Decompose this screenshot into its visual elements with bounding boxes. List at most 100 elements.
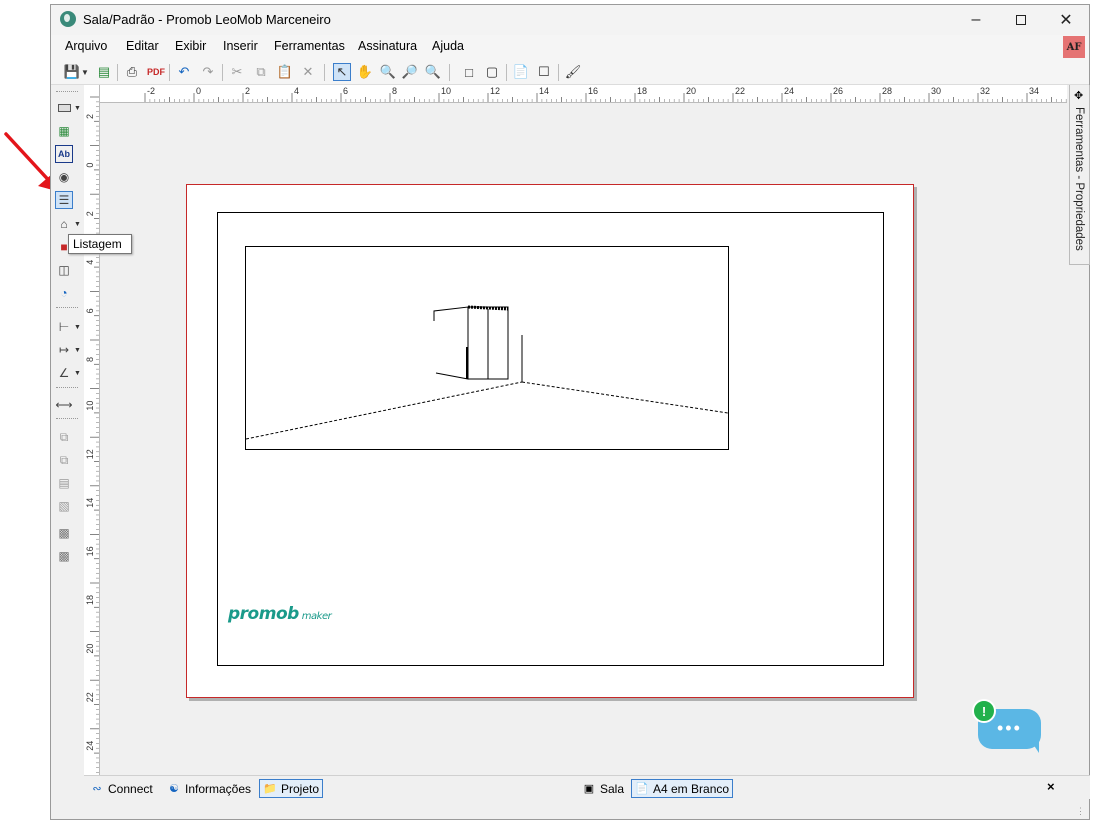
promob-maker-logo: promob maker [228, 604, 332, 624]
redo-icon[interactable]: ↷ [199, 63, 217, 81]
cut-icon[interactable]: ✂ [228, 63, 246, 81]
ruler-label: 16 [588, 86, 598, 96]
close-icon: ✕ [1059, 12, 1073, 29]
group-icon[interactable]: ⧉ [55, 428, 73, 446]
copy-icon[interactable]: ⧉ [252, 63, 270, 81]
ruler-label: 12 [85, 449, 95, 459]
pdf-icon[interactable]: PDF [147, 63, 165, 81]
page-icon[interactable]: ☐ [535, 63, 553, 81]
app-logo-icon [60, 11, 76, 27]
zoom-icon[interactable]: 🔍 [424, 63, 442, 81]
side-panel-tab[interactable]: ✥ Ferramentas - Propriedades [1069, 85, 1090, 265]
frame-alt-icon[interactable]: ▢ [483, 63, 501, 81]
dropdown-icon[interactable]: ▼ [80, 63, 90, 81]
ruler-label: 12 [490, 86, 500, 96]
a4-page[interactable]: promob maker [186, 184, 914, 698]
import-icon[interactable]: 📄 [512, 63, 530, 81]
tab-a4-em-branco[interactable]: 📄 A4 em Branco [631, 779, 734, 798]
left-toolbox: ▼ ▦ Ab ◉ ☰ ⌂ ▼ ■ ◫ ◔ ⊢ ▼ ↦ ▼ ∠ ▼ ⟷ ⧉ ⧉ ▤… [51, 85, 84, 775]
menu-arquivo[interactable]: Arquivo [65, 39, 107, 53]
listagem-icon[interactable]: ☰ [55, 191, 73, 209]
chat-dots: ••• [997, 718, 1022, 738]
frame-icon[interactable]: □ [460, 63, 478, 81]
page-layout-icon: 📄 [635, 782, 649, 795]
dimension-alt-icon[interactable]: ↦ [55, 341, 73, 359]
select-icon[interactable]: ↖ [333, 63, 351, 81]
menu-editar[interactable]: Editar [126, 39, 159, 53]
eye-icon[interactable]: ◉ [55, 168, 73, 186]
page-frame[interactable]: promob maker [217, 212, 884, 666]
dropdown-icon[interactable]: ▼ [74, 221, 81, 228]
toolbar-separator [169, 64, 170, 81]
tab-informacoes[interactable]: ☯ Informações [164, 779, 254, 798]
ruler-label: 20 [85, 644, 95, 654]
menu-ferramentas[interactable]: Ferramentas [274, 39, 345, 53]
undo-icon[interactable]: ↶ [175, 63, 193, 81]
export-icon[interactable]: ▤ [95, 63, 113, 81]
ungroup-icon[interactable]: ⧉ [55, 451, 73, 469]
pan-icon[interactable]: ✋ [356, 63, 374, 81]
align-icon[interactable]: ▤ [55, 474, 73, 492]
tab-connect[interactable]: ∾ Connect [87, 779, 156, 798]
ruler-label: 10 [85, 401, 95, 411]
menu-ajuda[interactable]: Ajuda [432, 39, 464, 53]
ruler-label: 8 [85, 357, 95, 362]
menu-exibir[interactable]: Exibir [175, 39, 206, 53]
toolbar-separator [324, 64, 325, 81]
minimize-button[interactable]: – [953, 5, 999, 35]
layout-canvas[interactable]: promob maker [100, 103, 1067, 775]
table-icon[interactable]: ◫ [55, 261, 73, 279]
rectangle-icon[interactable] [55, 99, 73, 117]
user-avatar[interactable]: AF [1063, 36, 1085, 58]
folder-icon: 📁 [263, 782, 277, 795]
menu-inserir[interactable]: Inserir [223, 39, 258, 53]
dropdown-icon[interactable]: ▼ [74, 370, 81, 377]
ruler-label: 10 [441, 86, 451, 96]
dropdown-icon[interactable]: ▼ [74, 347, 81, 354]
dropdown-icon[interactable]: ▼ [74, 105, 81, 112]
chart-icon[interactable]: ◔ [55, 284, 73, 302]
menu-assinatura[interactable]: Assinatura [358, 39, 417, 53]
view-icon[interactable]: ⌂ [55, 215, 73, 233]
ruler-label: 18 [637, 86, 647, 96]
maximize-icon [1016, 15, 1026, 25]
save-icon[interactable]: 💾 [63, 63, 81, 81]
toolbox-separator [56, 387, 78, 389]
measure-icon[interactable]: ⟷ [55, 396, 73, 414]
chat-widget[interactable]: ••• ! [972, 699, 1042, 753]
distribute-icon[interactable]: ▧ [55, 497, 73, 515]
maximize-button[interactable] [998, 5, 1044, 35]
close-tab-button[interactable]: × [1047, 779, 1055, 794]
toolbar-separator [558, 64, 559, 81]
paste-icon[interactable]: 📋 [276, 63, 294, 81]
toolbox-separator [56, 418, 78, 420]
ruler-label: 14 [85, 498, 95, 508]
3d-view-viewport[interactable] [245, 246, 729, 450]
resize-grip-icon[interactable]: ⋮ [1076, 806, 1086, 816]
angle-icon[interactable]: ∠ [55, 364, 73, 382]
tab-projeto[interactable]: 📁 Projeto [259, 779, 324, 798]
toolbar-separator [506, 64, 507, 81]
vertical-ruler: 2 0 2 4 6 8 10 12 14 16 18 20 22 24 [84, 85, 100, 775]
transform-icon[interactable]: ▩ [55, 547, 73, 565]
zoom-out-icon[interactable]: 🔎 [401, 63, 419, 81]
tab-sala[interactable]: ▣ Sala [579, 779, 627, 798]
dropdown-icon[interactable]: ▼ [74, 324, 81, 331]
zoom-window-icon[interactable]: 🔍 [379, 63, 397, 81]
room-icon: ▣ [583, 782, 595, 795]
paint-icon[interactable]: 🖌 [564, 63, 582, 81]
text-icon[interactable]: Ab [55, 145, 73, 163]
image-icon[interactable]: ▦ [55, 122, 73, 140]
ruler-label: 24 [784, 86, 794, 96]
ruler-label: 16 [85, 546, 95, 556]
resize-icon[interactable]: ▩ [55, 524, 73, 542]
ruler-label: 28 [882, 86, 892, 96]
close-button[interactable]: ✕ [1043, 5, 1089, 35]
delete-icon[interactable]: ✕ [299, 63, 317, 81]
toolbar-separator [449, 64, 450, 81]
ruler-label: 2 [85, 211, 95, 216]
tools-icon: ✥ [1074, 90, 1084, 102]
print-icon[interactable]: ⎙ [123, 63, 141, 81]
side-panel-label: Ferramentas - Propriedades [1073, 107, 1085, 251]
dimension-icon[interactable]: ⊢ [55, 318, 73, 336]
